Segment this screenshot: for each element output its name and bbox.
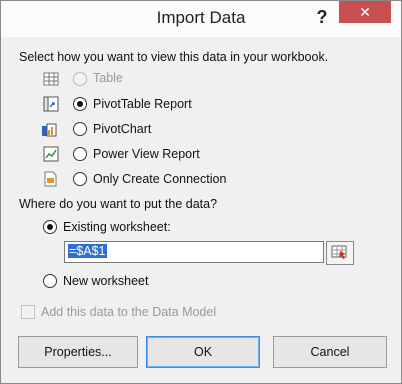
existing-worksheet-label: Existing worksheet: (63, 220, 171, 234)
option-table-label: Table (93, 71, 123, 85)
option-pivotchart-label: PivotChart (93, 122, 152, 136)
radio-new-worksheet[interactable] (43, 274, 57, 288)
radio-power-view[interactable] (73, 147, 87, 161)
power-view-icon (43, 146, 59, 162)
radio-pivotchart[interactable] (73, 122, 87, 136)
option-pivottable-label: PivotTable Report (93, 97, 192, 111)
import-data-dialog: Import Data ? ✕ Select how you want to v… (0, 0, 402, 384)
data-model-label: Add this data to the Data Model (41, 305, 217, 319)
radio-pivottable[interactable] (73, 97, 87, 111)
new-worksheet-label: New worksheet (63, 274, 149, 288)
option-only-connection-label: Only Create Connection (93, 172, 227, 186)
view-prompt: Select how you want to view this data in… (19, 50, 329, 64)
connection-icon (44, 171, 57, 187)
collapse-dialog-button[interactable] (326, 241, 354, 265)
radio-only-connection[interactable] (73, 172, 87, 186)
cancel-button[interactable]: Cancel (273, 336, 387, 368)
option-power-view-label: Power View Report (93, 147, 200, 161)
close-button[interactable]: ✕ (339, 1, 391, 23)
range-select-icon (331, 245, 347, 259)
pivottable-icon (43, 96, 59, 112)
close-icon: ✕ (359, 4, 371, 20)
cell-reference-input[interactable]: =$A$1 (64, 241, 324, 263)
location-prompt: Where do you want to put the data? (19, 197, 218, 211)
radio-table[interactable] (73, 72, 87, 86)
data-model-checkbox[interactable] (21, 305, 35, 319)
properties-button[interactable]: Properties... (18, 336, 138, 368)
radio-existing-worksheet[interactable] (43, 220, 57, 234)
ok-button[interactable]: OK (146, 336, 260, 368)
table-icon (43, 72, 59, 86)
pivotchart-icon (42, 123, 57, 137)
help-button[interactable]: ? (309, 3, 335, 31)
cell-reference-value: =$A$1 (68, 244, 107, 258)
title-bar: Import Data ? ✕ (1, 1, 401, 37)
